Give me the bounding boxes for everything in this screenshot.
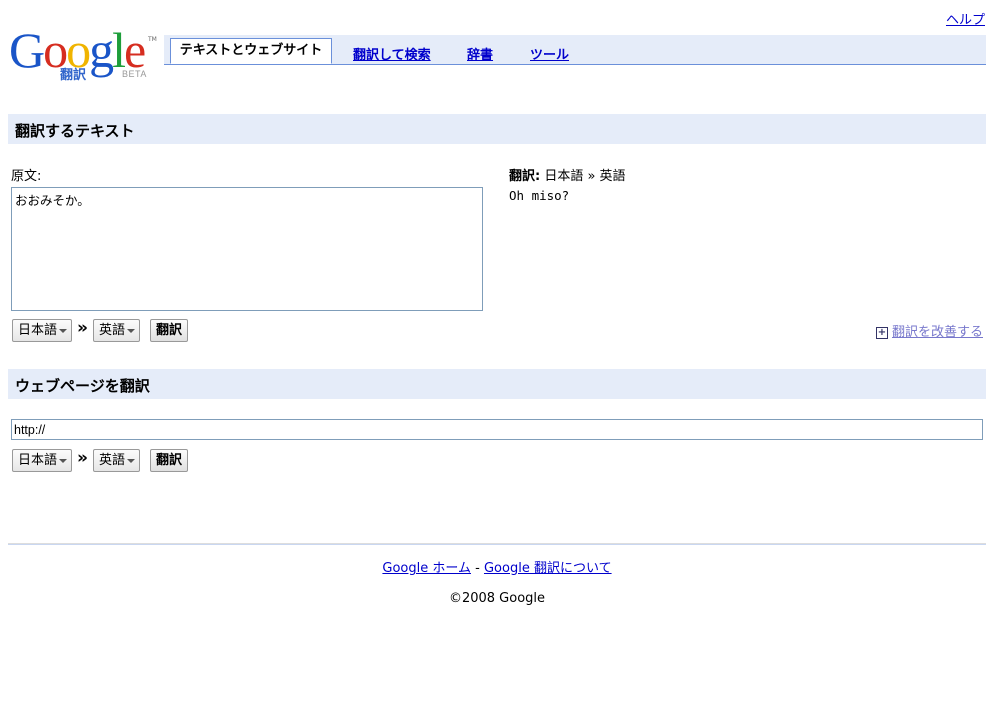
web-source-language-select[interactable]: 日本語 <box>12 449 72 472</box>
web-section-header: ウェブページを翻訳 <box>8 369 986 399</box>
web-direction-arrow: » <box>77 448 88 468</box>
result-label-langs: 日本語 » 英語 <box>544 169 626 184</box>
logo-trademark: TM <box>148 36 157 43</box>
translation-result: Oh miso? <box>509 188 570 203</box>
help-link[interactable]: ヘルプ <box>946 9 985 28</box>
result-label-prefix: 翻訳: <box>509 169 541 184</box>
google-translate-logo[interactable]: Google TM 翻訳 BETA <box>9 22 159 83</box>
footer-separator: - <box>475 561 480 576</box>
logo-subtitle: 翻訳 <box>60 68 87 83</box>
chevron-down-icon <box>59 329 67 333</box>
tab-bar: テキストとウェブサイト 翻訳して検索 辞書 ツール <box>164 35 986 65</box>
url-input[interactable] <box>11 419 983 440</box>
source-text-input[interactable]: おおみそか。 <box>11 187 483 311</box>
copyright: ©2008 Google <box>448 591 546 606</box>
footer-links: Google ホーム - Google 翻訳について <box>0 557 994 576</box>
translate-text-button[interactable]: 翻訳 <box>150 319 188 342</box>
web-target-language-value: 英語 <box>99 453 126 468</box>
web-target-language-select[interactable]: 英語 <box>93 449 140 472</box>
text-section-title: 翻訳するテキスト <box>15 122 135 140</box>
source-label: 原文: <box>11 169 42 184</box>
direction-arrow: » <box>77 318 88 338</box>
chevron-down-icon <box>127 329 135 333</box>
web-section-title: ウェブページを翻訳 <box>15 377 150 395</box>
footer-divider <box>8 543 986 545</box>
web-source-language-value: 日本語 <box>18 453 58 468</box>
tab-text-and-websites[interactable]: テキストとウェブサイト <box>170 38 332 64</box>
target-language-value: 英語 <box>99 323 126 338</box>
result-label: 翻訳: 日本語 » 英語 <box>509 165 626 184</box>
translate-web-button[interactable]: 翻訳 <box>150 449 188 472</box>
chevron-down-icon <box>59 459 67 463</box>
target-language-select[interactable]: 英語 <box>93 319 140 342</box>
source-language-select[interactable]: 日本語 <box>12 319 72 342</box>
plus-icon: + <box>875 327 888 339</box>
tab-translated-search[interactable]: 翻訳して検索 <box>353 44 431 63</box>
tab-tools[interactable]: ツール <box>530 44 569 63</box>
improve-translation-link[interactable]: 翻訳を改善する <box>892 325 983 340</box>
about-translate-link[interactable]: Google 翻訳について <box>484 561 612 576</box>
chevron-down-icon <box>127 459 135 463</box>
source-language-value: 日本語 <box>18 323 58 338</box>
google-home-link[interactable]: Google ホーム <box>382 561 471 576</box>
improve-translation[interactable]: + 翻訳を改善する <box>875 321 983 340</box>
logo-beta: BETA <box>122 69 147 79</box>
text-section-header: 翻訳するテキスト <box>8 114 986 144</box>
tab-dictionary[interactable]: 辞書 <box>467 44 493 63</box>
